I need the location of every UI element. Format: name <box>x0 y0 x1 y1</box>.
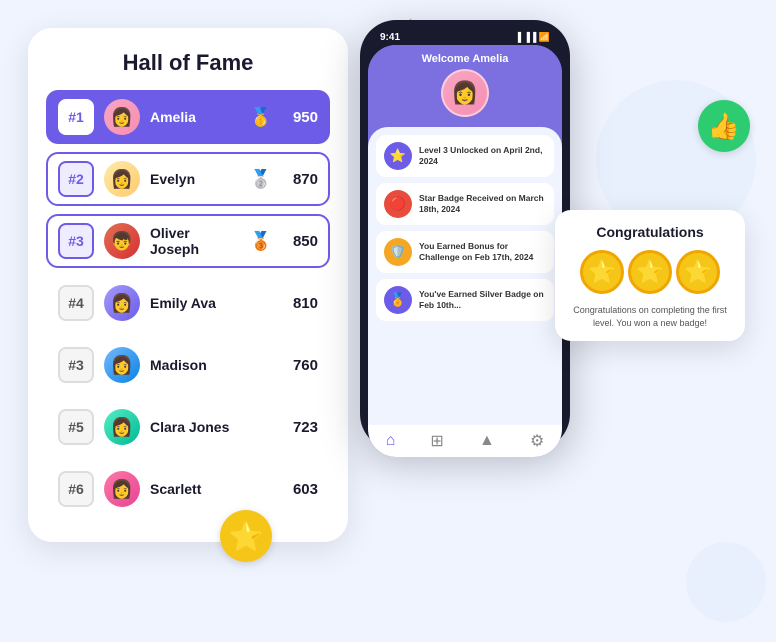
activity-item-1[interactable]: ⭐ Level 3 Unlocked on April 2nd, 2024 <box>376 135 554 177</box>
activity-text-4: You've Earned Silver Badge on Feb 10th..… <box>419 289 546 311</box>
phone-avatar: 👩 <box>441 69 489 117</box>
nav-grid-icon[interactable]: ⊞ <box>430 431 443 451</box>
name-scarlett: Scarlett <box>150 481 272 497</box>
nav-leaderboard-icon[interactable]: ▲ <box>479 432 495 450</box>
name-clara: Clara Jones <box>150 419 272 435</box>
star-icon: ⭐ <box>229 520 264 553</box>
star-1: ⭐ <box>580 250 624 294</box>
hof-row-2[interactable]: #2 👩 Evelyn 🥈 870 <box>46 152 330 206</box>
activity-text-3: You Earned Bonus for Challenge on Feb 17… <box>419 241 546 263</box>
rank-badge-3: #3 <box>58 223 94 259</box>
name-emily: Emily Ava <box>150 295 272 311</box>
medal-2: 🥈 <box>250 169 272 190</box>
activity-item-4[interactable]: 🏅 You've Earned Silver Badge on Feb 10th… <box>376 279 554 321</box>
hof-row-5[interactable]: #3 👩 Madison 760 <box>46 338 330 392</box>
circle-decoration-bottom <box>686 542 766 622</box>
score-clara: 723 <box>282 419 318 436</box>
star-3: ⭐ <box>676 250 720 294</box>
score-madison: 760 <box>282 357 318 374</box>
rank-badge-6: #5 <box>58 409 94 445</box>
hof-row-4[interactable]: #4 👩 Emily Ava 810 <box>46 276 330 330</box>
phone-notch: 9:41 ▐ ▐▐ 📶 <box>368 30 562 45</box>
score-evelyn: 870 <box>282 171 318 188</box>
stars-row: ⭐ ⭐ ⭐ <box>569 250 731 294</box>
congrats-text: Congratulations on completing the first … <box>569 304 731 329</box>
medal-3: 🥉 <box>250 231 272 252</box>
hof-row-6[interactable]: #5 👩 Clara Jones 723 <box>46 400 330 454</box>
congrats-title: Congratulations <box>569 224 731 240</box>
activity-icon-3: 🛡️ <box>384 238 412 266</box>
rank-badge-2: #2 <box>58 161 94 197</box>
hof-row-7[interactable]: #6 👩 Scarlett 603 <box>46 462 330 516</box>
avatar-clara: 👩 <box>104 409 140 445</box>
thumbs-up-badge: 👍 <box>698 100 750 152</box>
rank-badge-7: #6 <box>58 471 94 507</box>
name-oliver: Oliver Joseph <box>150 225 240 257</box>
activity-icon-4: 🏅 <box>384 286 412 314</box>
phone-nav: ⌂ ⊞ ▲ ⚙ <box>368 425 562 457</box>
congrats-card: Congratulations ⭐ ⭐ ⭐ Congratulations on… <box>555 210 745 341</box>
avatar-madison: 👩 <box>104 347 140 383</box>
activity-text-2: Star Badge Received on March 18th, 2024 <box>419 193 546 215</box>
hof-title: Hall of Fame <box>46 50 330 76</box>
phone-welcome-text: Welcome Amelia <box>380 53 550 65</box>
name-amelia: Amelia <box>150 109 240 125</box>
avatar-emily: 👩 <box>104 285 140 321</box>
nav-settings-icon[interactable]: ⚙ <box>530 431 544 451</box>
score-emily: 810 <box>282 295 318 312</box>
name-evelyn: Evelyn <box>150 171 240 187</box>
score-scarlett: 603 <box>282 481 318 498</box>
score-amelia: 950 <box>282 109 318 126</box>
phone-status-icons: ▐ ▐▐ 📶 <box>515 32 550 43</box>
phone-content: ⭐ Level 3 Unlocked on April 2nd, 2024 🔴 … <box>368 127 562 425</box>
star-badge: ⭐ <box>220 510 272 562</box>
medal-1: 🥇 <box>250 107 272 128</box>
avatar-evelyn: 👩 <box>104 161 140 197</box>
activity-item-2[interactable]: 🔴 Star Badge Received on March 18th, 202… <box>376 183 554 225</box>
thumbs-up-icon: 👍 <box>708 111 740 142</box>
avatar-amelia: 👩 <box>104 99 140 135</box>
phone-time: 9:41 <box>380 32 400 43</box>
activity-item-3[interactable]: 🛡️ You Earned Bonus for Challenge on Feb… <box>376 231 554 273</box>
hof-row-3[interactable]: #3 👦 Oliver Joseph 🥉 850 <box>46 214 330 268</box>
activity-icon-2: 🔴 <box>384 190 412 218</box>
phone-header: Welcome Amelia 👩 <box>368 45 562 127</box>
nav-home-icon[interactable]: ⌂ <box>386 432 396 450</box>
phone-screen: Welcome Amelia 👩 ⭐ Level 3 Unlocked on A… <box>368 45 562 457</box>
avatar-oliver: 👦 <box>104 223 140 259</box>
score-oliver: 850 <box>282 233 318 250</box>
activity-icon-1: ⭐ <box>384 142 412 170</box>
hof-row-1[interactable]: #1 👩 Amelia 🥇 950 <box>46 90 330 144</box>
avatar-scarlett: 👩 <box>104 471 140 507</box>
rank-badge-5: #3 <box>58 347 94 383</box>
rank-badge-4: #4 <box>58 285 94 321</box>
name-madison: Madison <box>150 357 272 373</box>
activity-text-1: Level 3 Unlocked on April 2nd, 2024 <box>419 145 546 167</box>
star-2: ⭐ <box>628 250 672 294</box>
hall-of-fame-card: Hall of Fame #1 👩 Amelia 🥇 950 #2 👩 Evel… <box>28 28 348 542</box>
phone-mockup: 9:41 ▐ ▐▐ 📶 Welcome Amelia 👩 ⭐ Level 3 U… <box>360 20 570 450</box>
rank-badge-1: #1 <box>58 99 94 135</box>
